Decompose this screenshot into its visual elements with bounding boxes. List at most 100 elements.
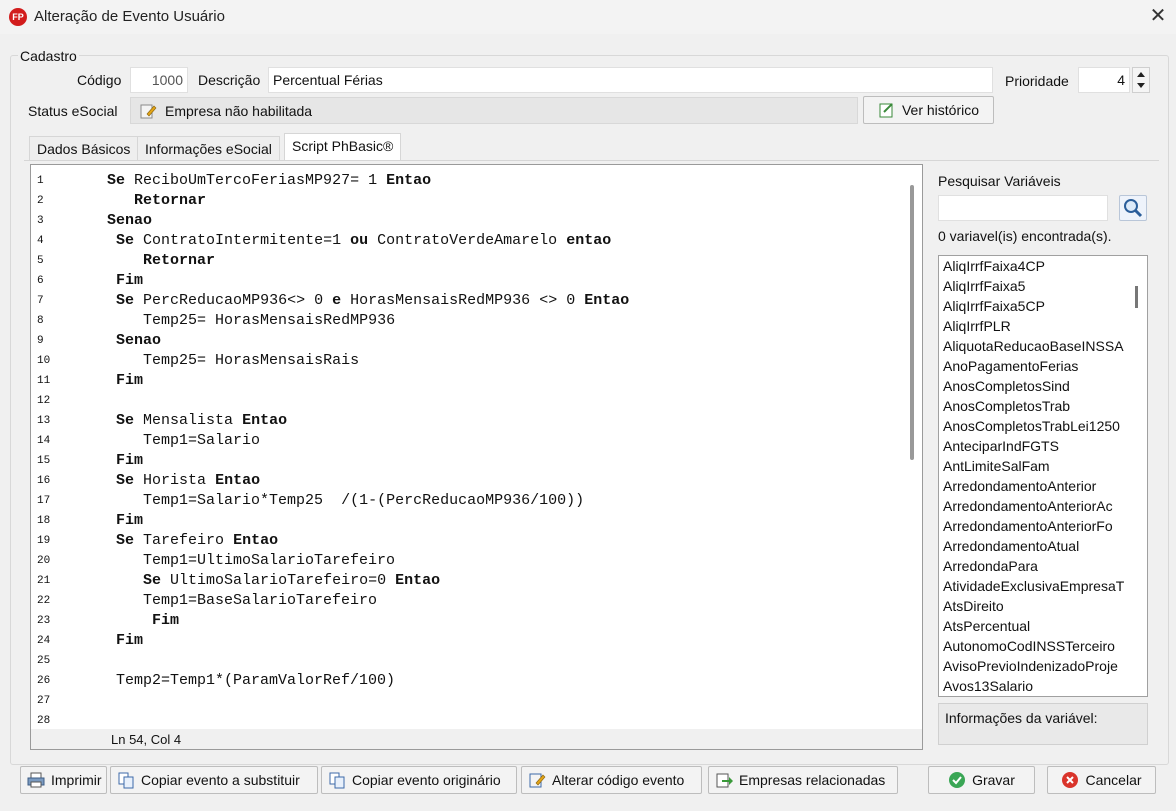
- codigo-field[interactable]: 1000: [130, 67, 188, 93]
- app-logo-icon: FP: [9, 8, 27, 26]
- code-line: Senao: [107, 212, 153, 229]
- tab-script-phbasic[interactable]: Script PhBasic®: [284, 133, 402, 161]
- code-line: Retornar: [134, 192, 207, 209]
- copiar-evento-originario-button[interactable]: Copiar evento originário: [321, 766, 517, 794]
- line-number: 27: [37, 695, 51, 707]
- export-icon: [716, 773, 733, 788]
- line-number: 13: [37, 415, 51, 427]
- editor-scrollbar-thumb[interactable]: [910, 185, 914, 460]
- variable-list-item[interactable]: AnoPagamentoFerias: [943, 358, 1078, 374]
- status-esocial-field: Empresa não habilitada: [130, 97, 858, 124]
- search-button[interactable]: [1119, 195, 1147, 221]
- empresas-relacionadas-button[interactable]: Empresas relacionadas: [708, 766, 898, 794]
- line-number: 22: [37, 595, 51, 607]
- check-circle-icon: [949, 772, 966, 788]
- editor-status-bar: Ln 54, Col 4: [31, 729, 922, 749]
- variable-list-item[interactable]: ArredondamentoAnterior: [943, 478, 1096, 494]
- variable-list-item[interactable]: AnosCompletosSind: [943, 378, 1070, 394]
- code-line: Se UltimoSalarioTarefeiro=0 Entao: [143, 572, 441, 589]
- line-number: 10: [37, 355, 51, 367]
- variable-list-item[interactable]: ArredondaPara: [943, 558, 1038, 574]
- imprimir-button[interactable]: Imprimir: [20, 766, 107, 794]
- code-line: Temp1=Salario: [143, 432, 261, 449]
- variables-list[interactable]: AliqIrrfFaixa4CP AliqIrrfFaixa5 AliqIrrfFa…: [938, 255, 1148, 697]
- line-number: 20: [37, 555, 51, 567]
- alterar-codigo-evento-button[interactable]: Alterar código evento: [521, 766, 702, 794]
- variable-list-item[interactable]: AtsDireito: [943, 598, 1004, 614]
- variable-list-item[interactable]: AnosCompletosTrab: [943, 398, 1070, 414]
- gravar-label: Gravar: [972, 772, 1015, 788]
- variable-list-item[interactable]: AliqIrrfFaixa5: [943, 278, 1025, 294]
- line-number: 24: [37, 635, 51, 647]
- gravar-button[interactable]: Gravar: [928, 766, 1035, 794]
- variables-scrollbar-thumb[interactable]: [1135, 286, 1138, 308]
- variable-list-item[interactable]: AliquotaReducaoBaseINSSA: [943, 338, 1124, 354]
- line-number: 16: [37, 475, 51, 487]
- variable-list-item[interactable]: AntLimiteSalFam: [943, 458, 1050, 474]
- copiar-evento-substituir-label: Copiar evento a substituir: [141, 772, 300, 788]
- cancelar-label: Cancelar: [1085, 772, 1142, 788]
- descricao-field[interactable]: Percentual Férias: [268, 67, 993, 93]
- close-icon[interactable]: ✕: [1145, 3, 1171, 29]
- cadastro-legend: Cadastro: [18, 48, 79, 64]
- codigo-label: Código: [77, 72, 122, 88]
- line-number: 7: [37, 295, 44, 307]
- edit-document-icon: [140, 104, 157, 118]
- variable-list-item[interactable]: AnteciparIndFGTS: [943, 438, 1059, 454]
- copy-icon: [329, 772, 345, 789]
- line-number: 28: [37, 715, 51, 727]
- variable-info-box: Informações da variável:: [938, 703, 1148, 745]
- cancelar-button[interactable]: Cancelar: [1047, 766, 1156, 794]
- tab-dados-basicos[interactable]: Dados Básicos: [29, 136, 139, 161]
- ver-historico-button[interactable]: Ver histórico: [863, 96, 994, 124]
- code-line: Se PercReducaoMP936<> 0 e HorasMensaisRe…: [116, 292, 630, 309]
- code-line: Se ReciboUmTercoFeriasMP927= 1 Entao: [107, 172, 432, 189]
- line-number: 17: [37, 495, 51, 507]
- history-icon: [879, 103, 893, 118]
- line-number: 25: [37, 655, 51, 667]
- line-number: 23: [37, 615, 51, 627]
- search-variables-input[interactable]: [938, 195, 1108, 221]
- line-number: 26: [37, 675, 51, 687]
- status-esocial-value: Empresa não habilitada: [165, 102, 313, 119]
- copiar-evento-originario-label: Copiar evento originário: [352, 772, 501, 788]
- code-line: Temp2=Temp1*(ParamValorRef/100): [116, 672, 396, 689]
- variable-list-item[interactable]: AliqIrrfFaixa4CP: [943, 258, 1045, 274]
- variable-list-item[interactable]: AliqIrrfFaixa5CP: [943, 298, 1045, 314]
- variable-list-item[interactable]: Avos13Salario: [943, 678, 1033, 694]
- variable-list-item[interactable]: ArredondamentoAtual: [943, 538, 1079, 554]
- code-line: Fim: [152, 612, 180, 629]
- copiar-evento-substituir-button[interactable]: Copiar evento a substituir: [110, 766, 318, 794]
- variable-info-label: Informações da variável:: [945, 710, 1098, 726]
- variable-list-item[interactable]: ArredondamentoAnteriorFo: [943, 518, 1113, 534]
- line-number: 6: [37, 275, 44, 287]
- search-icon: [1124, 199, 1143, 218]
- code-line: Temp25= HorasMensaisRais: [143, 352, 360, 369]
- variable-list-item[interactable]: ArredondamentoAnteriorAc: [943, 498, 1113, 514]
- code-line: Se Horista Entao: [116, 472, 261, 489]
- variable-list-item[interactable]: AtividadeExclusivaEmpresaT: [943, 578, 1124, 594]
- line-number: 15: [37, 455, 51, 467]
- variable-list-item[interactable]: AnosCompletosTrabLei1250: [943, 418, 1120, 434]
- tab-informacoes-esocial[interactable]: Informações eSocial: [137, 136, 280, 161]
- line-number: 5: [37, 255, 44, 267]
- line-number: 4: [37, 235, 44, 247]
- variable-list-item[interactable]: AutonomoCodINSSTerceiro: [943, 638, 1115, 654]
- line-number-gutter: 1 2 3 4 5 6 7 8 9 10 11 12 13 14 15 16 1…: [31, 165, 103, 735]
- variable-list-item[interactable]: AtsPercentual: [943, 618, 1030, 634]
- code-line: Temp1=BaseSalarioTarefeiro: [143, 592, 378, 609]
- code-line: Fim: [116, 512, 144, 529]
- code-line: Se Mensalista Entao: [116, 412, 288, 429]
- prioridade-field[interactable]: 4: [1078, 67, 1130, 93]
- alterar-codigo-evento-label: Alterar código evento: [552, 772, 685, 788]
- line-number: 12: [37, 395, 51, 407]
- code-editor[interactable]: 1 2 3 4 5 6 7 8 9 10 11 12 13 14 15 16 1…: [30, 164, 923, 750]
- line-number: 11: [37, 375, 51, 387]
- variable-list-item[interactable]: AvisoPrevioIndenizadoProje: [943, 658, 1118, 674]
- variable-list-item[interactable]: AliqIrrfPLR: [943, 318, 1011, 334]
- printer-icon: [27, 772, 45, 788]
- code-line: Fim: [116, 272, 144, 289]
- found-count-text: 0 variavel(is) encontrada(s).: [938, 228, 1112, 244]
- tab-divider: [24, 160, 1159, 161]
- prioridade-spinner[interactable]: [1132, 67, 1150, 93]
